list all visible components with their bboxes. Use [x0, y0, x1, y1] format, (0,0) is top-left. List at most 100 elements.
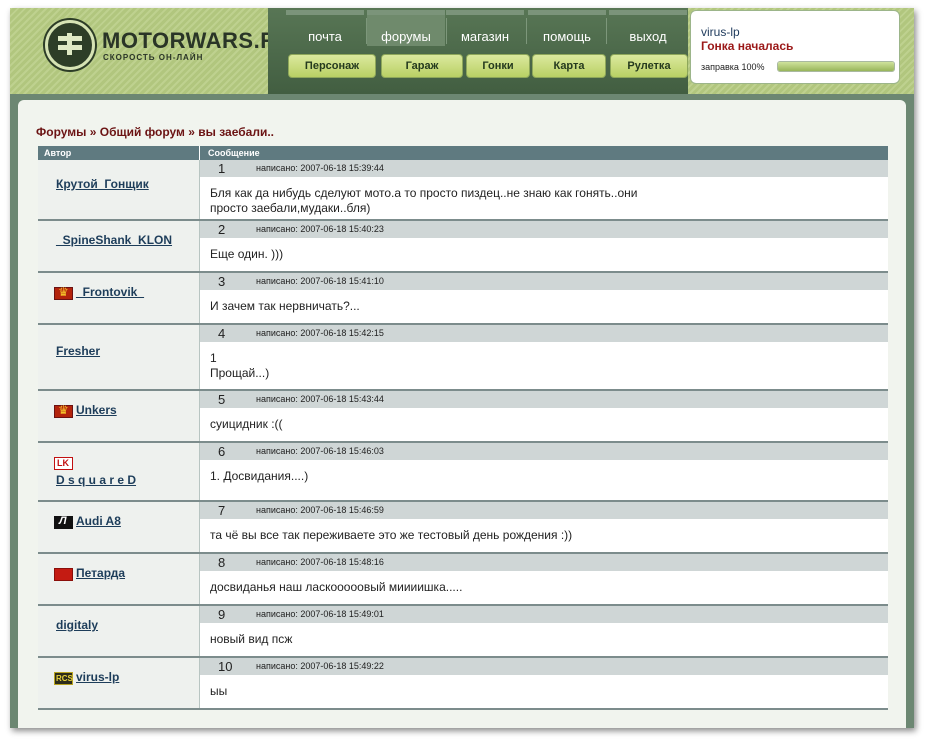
message-header: 2 написано: 2007-06-18 15:40:23	[200, 221, 888, 238]
post-date: написано: 2007-06-18 15:46:59	[256, 505, 384, 515]
author-cell: virus-lp	[38, 658, 200, 708]
author-cell: Audi A8	[38, 502, 200, 552]
message-header: 7 написано: 2007-06-18 15:46:59	[200, 502, 888, 519]
lk-clan-icon[interactable]	[54, 457, 73, 470]
post-number: 10	[218, 659, 233, 674]
column-message: Сообщение	[208, 148, 260, 158]
table-row: Unkers 5 написано: 2007-06-18 15:43:44 суиц…	[38, 391, 888, 443]
table-row: _Frontovik_ 3 написано: 2007-06-18 15:41:1…	[38, 273, 888, 325]
fuel-progress-bar	[777, 61, 895, 72]
logo-title: MOTORWARS.RU	[102, 28, 293, 53]
post-number: 3	[218, 274, 226, 289]
author-link[interactable]: digitaly	[56, 618, 98, 632]
author-link[interactable]: Крутой_Гонщик	[56, 177, 149, 191]
breadcrumb: Форумы » Общий форум » вы заебали..	[36, 125, 274, 139]
post-number: 8	[218, 555, 226, 570]
author-link[interactable]: Audi A8	[76, 514, 121, 528]
message-cell: 4 написано: 2007-06-18 15:42:15 1 Прощай..…	[200, 325, 888, 389]
author-cell: Крутой_Гонщик	[38, 160, 200, 219]
message-cell: 1 написано: 2007-06-18 15:39:44 Бля как да…	[200, 160, 888, 219]
post-number: 4	[218, 326, 226, 341]
post-text: 1 Прощай...)	[210, 351, 270, 380]
post-date: написано: 2007-06-18 15:39:44	[256, 163, 384, 173]
post-text: Еще один. )))	[210, 247, 284, 261]
message-header: 1 написано: 2007-06-18 15:39:44	[200, 160, 888, 177]
nav-logout[interactable]: выход	[609, 10, 687, 46]
table-row: Fresher 4 написано: 2007-06-18 15:42:15 1 П…	[38, 325, 888, 391]
message-header: 6 написано: 2007-06-18 15:46:03	[200, 443, 888, 460]
logo[interactable]: MOTORWARS.RU СКОРОСТЬ ОН-ЛАЙН	[10, 8, 292, 94]
post-date: написано: 2007-06-18 15:41:10	[256, 276, 384, 286]
races-button[interactable]: Гонки	[466, 54, 530, 78]
fuel-progress-fill	[778, 62, 894, 71]
user-panel: virus-lp Гонка началась заправка 100%	[690, 10, 900, 84]
post-text: ыы	[210, 684, 228, 698]
message-cell: 7 написано: 2007-06-18 15:46:59 та чё вы в…	[200, 502, 888, 552]
table-row: virus-lp 10 написано: 2007-06-18 15:49:22 ы…	[38, 658, 888, 710]
author-cell: digitaly	[38, 606, 200, 656]
table-header: Автор Сообщение	[38, 146, 888, 160]
nav-forums[interactable]: форумы	[367, 10, 445, 46]
rcs-clan-icon[interactable]	[54, 672, 73, 685]
table-row: Петарда 8 написано: 2007-06-18 15:48:16 дос…	[38, 554, 888, 606]
post-number: 7	[218, 503, 226, 518]
message-header: 10 написано: 2007-06-18 15:49:22	[200, 658, 888, 675]
nav-help[interactable]: помощь	[528, 10, 606, 46]
race-status: Гонка началась	[701, 39, 794, 53]
message-cell: 10 написано: 2007-06-18 15:49:22 ыы	[200, 658, 888, 708]
post-text: И зачем так нервничать?...	[210, 299, 360, 313]
browser-page: MOTORWARS.RU СКОРОСТЬ ОН-ЛАЙН почта фору…	[10, 8, 914, 728]
post-text: новый вид псж	[210, 632, 293, 646]
post-date: написано: 2007-06-18 15:46:03	[256, 446, 384, 456]
post-date: написано: 2007-06-18 15:49:22	[256, 661, 384, 671]
message-cell: 3 написано: 2007-06-18 15:41:10 И зачем та…	[200, 273, 888, 323]
column-author: Автор	[38, 146, 200, 160]
username[interactable]: virus-lp	[701, 25, 740, 39]
author-cell: _Frontovik_	[38, 273, 200, 323]
crown-clan-icon[interactable]	[54, 285, 73, 300]
breadcrumb-topic: вы заебали..	[198, 125, 274, 139]
site-header: MOTORWARS.RU СКОРОСТЬ ОН-ЛАЙН почта фору…	[10, 8, 914, 94]
author-link[interactable]: Fresher	[56, 344, 100, 358]
breadcrumb-forums[interactable]: Форумы	[36, 125, 86, 139]
author-link[interactable]: D s q u a r e D	[56, 473, 136, 487]
red-clan-icon[interactable]	[54, 568, 73, 581]
author-link[interactable]: _Frontovik_	[76, 285, 144, 299]
author-link[interactable]: virus-lp	[76, 670, 119, 684]
post-text: суицидник :((	[210, 417, 283, 431]
author-cell: Fresher	[38, 325, 200, 389]
posts-list: Крутой_Гонщик 1 написано: 2007-06-18 15:39…	[38, 160, 888, 710]
message-header: 8 написано: 2007-06-18 15:48:16	[200, 554, 888, 571]
author-link[interactable]: _SpineShank_KLON	[56, 233, 172, 247]
table-row: _SpineShank_KLON 2 написано: 2007-06-18 15…	[38, 221, 888, 273]
post-number: 2	[218, 222, 226, 237]
author-cell: Unkers	[38, 391, 200, 441]
post-number: 9	[218, 607, 226, 622]
author-link[interactable]: Unkers	[76, 403, 117, 417]
message-header: 9 написано: 2007-06-18 15:49:01	[200, 606, 888, 623]
character-button[interactable]: Персонаж	[288, 54, 376, 78]
crown-clan-icon[interactable]	[54, 403, 73, 418]
author-link[interactable]: Петарда	[76, 566, 125, 580]
garage-button[interactable]: Гараж	[381, 54, 463, 78]
message-header: 5 написано: 2007-06-18 15:43:44	[200, 391, 888, 408]
nav-mail[interactable]: почта	[286, 10, 364, 46]
post-number: 1	[218, 161, 226, 176]
roulette-button[interactable]: Рулетка	[610, 54, 688, 78]
message-header: 4 написано: 2007-06-18 15:42:15	[200, 325, 888, 342]
nav-shop[interactable]: магазин	[446, 10, 524, 46]
post-text: Бля как да нибудь сделуют мото.а то прос…	[210, 186, 638, 215]
post-text: 1. Досвидания....)	[210, 469, 309, 483]
map-button[interactable]: Карта	[532, 54, 606, 78]
audi-clan-icon[interactable]	[54, 515, 73, 529]
message-cell: 6 написано: 2007-06-18 15:46:03 1. Досвида…	[200, 443, 888, 500]
breadcrumb-general-forum[interactable]: Общий форум	[100, 125, 185, 139]
table-row: digitaly 9 написано: 2007-06-18 15:49:01 но…	[38, 606, 888, 658]
logo-emblem-icon	[45, 20, 95, 70]
logo-subtitle: СКОРОСТЬ ОН-ЛАЙН	[103, 53, 204, 62]
main-navigation: почта форумы магазин помощь выход Персон…	[268, 8, 688, 94]
content-wrapper: Форумы » Общий форум » вы заебали.. Авто…	[10, 94, 914, 728]
post-date: написано: 2007-06-18 15:48:16	[256, 557, 384, 567]
forum-posts-table: Автор Сообщение Крутой_Гонщик 1 написано: …	[38, 146, 888, 710]
post-date: написано: 2007-06-18 15:49:01	[256, 609, 384, 619]
